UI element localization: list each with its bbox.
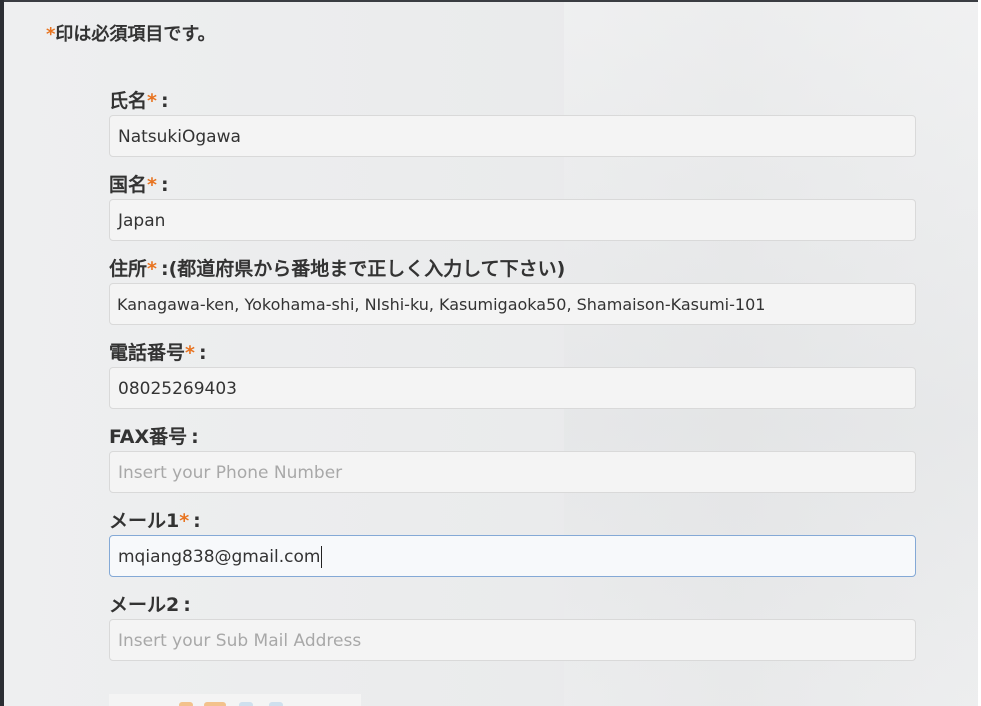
email1-label-text: メール1 [109, 510, 180, 532]
country-input[interactable]: Japan [109, 199, 916, 241]
address-input-value: Kanagawa-ken, Yokohama-shi, NIshi-ku, Ka… [117, 295, 766, 314]
fax-input[interactable]: Insert your Phone Number [109, 451, 916, 493]
phone-input-value: 08025269403 [118, 379, 237, 399]
captcha-glyph [179, 702, 193, 706]
fax-label: FAX番号: [109, 422, 199, 449]
address-note: (都道府県から番地まで正しく入力して下さい) [168, 258, 566, 280]
country-input-value: Japan [118, 211, 166, 231]
address-label: 住所*:(都道府県から番地まで正しく入力して下さい) [109, 254, 565, 281]
email2-input-placeholder: Insert your Sub Mail Address [118, 631, 362, 651]
email2-input[interactable]: Insert your Sub Mail Address [109, 619, 916, 661]
phone-input[interactable]: 08025269403 [109, 367, 916, 409]
required-note-text: 印は必須項目です。 [55, 24, 216, 45]
phone-label-text: 電話番号 [109, 342, 186, 364]
address-required-star: * [147, 258, 157, 280]
captcha-glyph [204, 702, 226, 706]
phone-label-colon: : [198, 342, 207, 364]
name-input-value: NatsukiOgawa [118, 127, 241, 147]
name-label-text: 氏名 [109, 90, 148, 112]
name-label-colon: : [160, 90, 169, 112]
fax-input-placeholder: Insert your Phone Number [118, 463, 343, 483]
text-caret [321, 546, 323, 568]
page: *印は必須項目です。 氏名*: NatsukiOgawa 国名*: Japan … [0, 0, 981, 706]
captcha-image [109, 694, 361, 706]
email2-label: メール2: [109, 590, 191, 617]
email1-input[interactable]: mqiang838@gmail.com [109, 535, 916, 577]
name-label: 氏名*: [109, 86, 169, 113]
address-label-colon: : [160, 258, 169, 280]
email2-label-colon: : [183, 594, 191, 616]
email1-input-value: mqiang838@gmail.com [118, 547, 321, 567]
country-label-colon: : [160, 174, 169, 196]
name-required-star: * [147, 90, 157, 112]
country-label: 国名*: [109, 170, 169, 197]
fax-label-colon: : [191, 426, 199, 448]
name-input[interactable]: NatsukiOgawa [109, 115, 916, 157]
required-star: * [46, 24, 56, 45]
address-input[interactable]: Kanagawa-ken, Yokohama-shi, NIshi-ku, Ka… [109, 283, 916, 325]
email1-label-colon: : [193, 510, 201, 532]
captcha-glyph [239, 702, 253, 706]
fax-label-text: FAX番号 [109, 426, 188, 448]
phone-label: 電話番号*: [109, 338, 207, 365]
address-label-text: 住所 [109, 258, 148, 280]
email1-label: メール1*: [109, 506, 201, 533]
email2-label-text: メール2 [109, 594, 180, 616]
country-required-star: * [147, 174, 157, 196]
phone-required-star: * [185, 342, 195, 364]
required-note: *印は必須項目です。 [46, 20, 216, 46]
country-label-text: 国名 [109, 174, 148, 196]
email1-required-star: * [179, 510, 190, 532]
captcha-glyph [269, 702, 283, 706]
